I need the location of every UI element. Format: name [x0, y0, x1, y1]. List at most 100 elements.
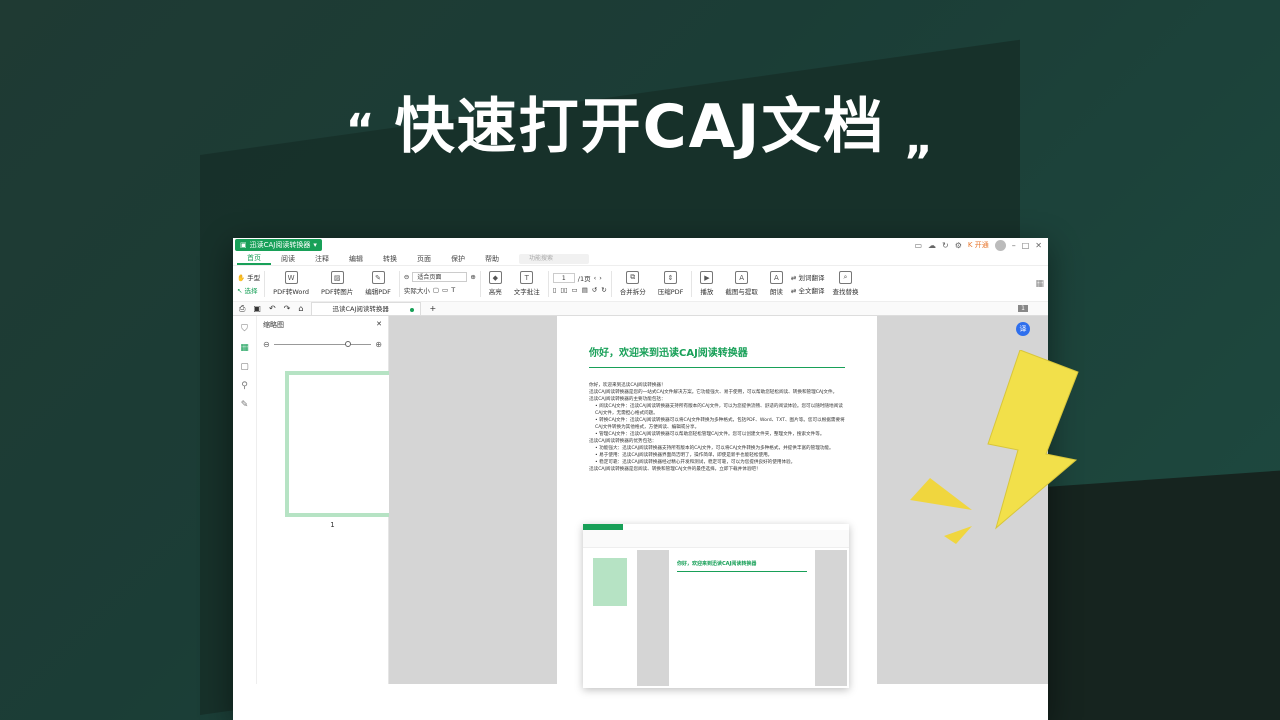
inset-heading: 你好，欢迎来到迅读CAJ阅读转换器 — [677, 561, 757, 567]
embedded-screenshot: 你好，欢迎来到迅读CAJ阅读转换器 — [583, 524, 849, 688]
document-tab[interactable]: 迅读CAJ阅读转换器 — [311, 302, 422, 315]
doc-bullet: • 阅读CAJ文件：迅读CAJ阅读转换器支持所有版本的CAJ文件，可以为您提供流… — [595, 404, 843, 416]
text-note-button[interactable]: T 文字批注 — [510, 271, 544, 296]
inset-toolbar — [583, 530, 849, 548]
inset-rule — [677, 571, 807, 572]
actual-size-button[interactable]: 实际大小 — [404, 285, 430, 295]
image-icon: ▨ — [330, 271, 344, 284]
rotate-right-icon[interactable]: ↻ — [601, 286, 606, 294]
zoom-out-icon[interactable]: ⊖ — [263, 340, 270, 349]
tab-bar: ⎙ ▣ ↶ ↷ ⌂ 迅读CAJ阅读转换器 + 1 — [233, 302, 1048, 316]
next-page-icon[interactable]: › — [599, 274, 602, 282]
app-menu-button[interactable]: ▣ 迅读CAJ阅读转换器 ▾ — [235, 239, 322, 251]
hand-tool[interactable]: ✋ 手型 — [237, 272, 260, 282]
screenshot-button[interactable]: A 截图与提取 — [721, 271, 762, 296]
refresh-icon[interactable]: ↻ — [942, 241, 949, 250]
doc-paragraph: 迅读CAJ阅读转换器的优势包括： — [589, 439, 657, 444]
prev-page-icon[interactable]: ‹ — [594, 274, 597, 282]
side-rail: ⛉ ▦ ▢ ⚲ ✎ — [233, 316, 257, 684]
compress-label: 压缩PDF — [657, 288, 684, 296]
attachment-icon[interactable]: ⚲ — [241, 381, 248, 391]
add-tab-icon[interactable]: + — [429, 304, 436, 313]
message-icon[interactable]: ▭ — [914, 241, 922, 250]
thumbnail-panel: 缩略图 ✕ ⊖ ⊕ 1 — [257, 316, 405, 684]
pdf-to-word-button[interactable]: W PDF转Word — [269, 271, 313, 296]
title-bar: ▣ 迅读CAJ阅读转换器 ▾ ▭ ☁ ↻ ⚙ K 开通 – □ ✕ — [233, 238, 1048, 252]
zoom-in-icon[interactable]: ⊕ — [375, 340, 382, 349]
play-icon: ▶ — [700, 271, 714, 284]
edit-pdf-button[interactable]: ✎ 编辑PDF — [361, 271, 395, 296]
continuous-icon[interactable]: ▤ — [582, 286, 588, 294]
home-icon[interactable]: ⌂ — [298, 304, 303, 313]
page-badge: 1 — [1018, 305, 1028, 312]
bookmark-icon[interactable]: ⛉ — [241, 324, 248, 334]
function-search-input[interactable]: 功能搜索 — [519, 253, 589, 264]
layout-icon[interactable]: ▦ — [1035, 279, 1044, 289]
inset-thumbnail — [593, 558, 627, 606]
screenshot-icon: A — [735, 271, 749, 284]
close-icon[interactable]: ✕ — [1035, 241, 1042, 250]
play-label: 播放 — [700, 288, 714, 296]
tab-annotate[interactable]: 注释 — [305, 254, 339, 264]
translate-float-button[interactable]: 译 — [1016, 322, 1030, 336]
tab-home[interactable]: 首页 — [237, 253, 271, 265]
comment-icon[interactable]: ▢ — [240, 362, 249, 372]
minimize-icon[interactable]: – — [1012, 241, 1016, 250]
document-page: 你好，欢迎来到迅读CAJ阅读转换器 你好，欢迎来到迅读CAJ阅读转换器！ 迅读C… — [557, 316, 877, 716]
page-thumbnail[interactable] — [285, 371, 405, 517]
vip-label: 开通 — [974, 241, 989, 249]
doc-paragraph: 迅读CAJ阅读转换器的主要功能包括： — [589, 397, 666, 402]
print-icon[interactable]: ⎙ — [239, 304, 245, 314]
chevron-down-icon: ▾ — [313, 241, 317, 249]
slider-knob[interactable] — [345, 341, 352, 347]
find-replace-button[interactable]: ⌕ 查找替换 — [828, 271, 862, 296]
edit-icon: ✎ — [371, 271, 385, 284]
doc-bullet: • 功能强大：迅读CAJ阅读转换器支持所有版本的CAJ文件，可以将CAJ文件转换… — [595, 446, 834, 451]
book-view-icon[interactable]: ▭ — [572, 286, 578, 294]
select-tool[interactable]: ↖ 选择 — [237, 285, 260, 295]
zoom-select[interactable]: 适合页面 — [412, 272, 468, 282]
page-number-input[interactable]: 1 — [552, 273, 575, 283]
play-button[interactable]: ▶ 播放 — [696, 271, 717, 296]
pdf-to-image-button[interactable]: ▨ PDF转图片 — [317, 271, 357, 296]
rotate-left-icon[interactable]: ↺ — [592, 286, 597, 294]
undo-icon[interactable]: ↶ — [269, 304, 276, 313]
thumbnail-page-number: 1 — [330, 521, 335, 529]
highlight-button[interactable]: ◆ 高亮 — [485, 271, 506, 296]
fit-page-icon[interactable]: ▢ — [433, 286, 439, 294]
thumbnail-icon[interactable]: ▦ — [240, 343, 249, 353]
single-page-icon[interactable]: ▯ — [553, 286, 557, 294]
close-panel-icon[interactable]: ✕ — [376, 320, 382, 330]
zoom-in-icon[interactable]: ⊕ — [470, 273, 475, 281]
redo-icon[interactable]: ↷ — [284, 304, 291, 313]
divider — [547, 270, 549, 297]
tab-help[interactable]: 帮助 — [475, 254, 509, 264]
settings-icon[interactable]: ⚙ — [955, 241, 962, 250]
fit-width-icon[interactable]: ▭ — [442, 286, 448, 294]
cloud-icon[interactable]: ☁ — [928, 241, 936, 250]
avatar[interactable] — [994, 239, 1006, 251]
double-page-icon[interactable]: ▯▯ — [560, 286, 567, 294]
text-note-icon: T — [520, 271, 534, 284]
divider — [610, 270, 612, 297]
tab-read[interactable]: 阅读 — [271, 254, 305, 264]
vip-button[interactable]: K 开通 — [968, 240, 989, 250]
compress-button[interactable]: ⇕ 压缩PDF — [654, 271, 688, 296]
save-icon[interactable]: ▣ — [253, 304, 261, 313]
tab-protect[interactable]: 保护 — [441, 254, 475, 264]
zoom-out-icon[interactable]: ⊖ — [404, 273, 409, 281]
full-translate-button[interactable]: ⇄ 全文翻译 — [791, 285, 825, 295]
toolbar: ✋ 手型 ↖ 选择 W PDF转Word ▨ PDF转图片 ✎ 编辑PDF ⊖ 适合页… — [233, 266, 1048, 302]
tab-page[interactable]: 页面 — [407, 254, 441, 264]
thumbnail-zoom-slider[interactable]: ⊖ ⊕ — [263, 340, 382, 349]
merge-split-button[interactable]: ⧉ 合并拆分 — [616, 271, 650, 296]
tab-convert[interactable]: 转换 — [373, 254, 407, 264]
word-translate-button[interactable]: ⇄ 划词翻译 — [791, 272, 825, 282]
signature-icon[interactable]: ✎ — [241, 400, 249, 410]
text-icon[interactable]: T — [451, 286, 455, 294]
maximize-icon[interactable]: □ — [1022, 241, 1030, 250]
doc-bullet: • 稳定可靠：迅读CAJ阅读转换器经过精心开发和测试，稳定可靠，可以为您提供良好… — [595, 460, 796, 465]
read-aloud-button[interactable]: A 朗读 — [766, 271, 787, 296]
tab-edit[interactable]: 编辑 — [339, 254, 373, 264]
unsaved-dot — [410, 308, 415, 312]
